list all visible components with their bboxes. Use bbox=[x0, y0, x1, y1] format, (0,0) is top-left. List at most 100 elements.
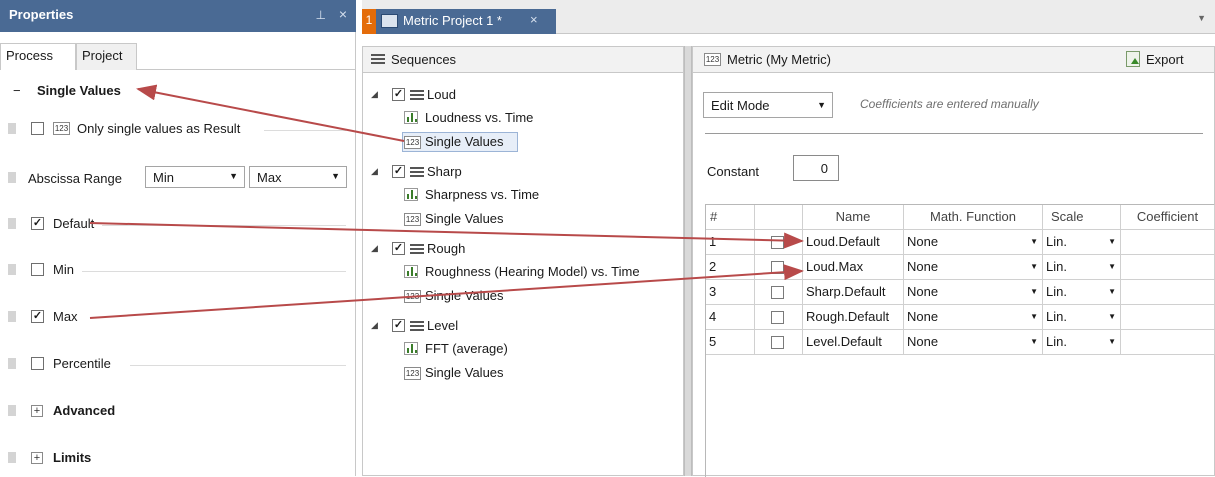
min-label: Min bbox=[53, 262, 74, 277]
tree-item[interactable]: FFT (average) bbox=[404, 338, 664, 360]
max-checkbox[interactable]: ✓ bbox=[31, 310, 44, 323]
row-number: 3 bbox=[706, 280, 755, 305]
tree-group-loud[interactable]: ◢ ✓ Loud bbox=[371, 84, 671, 106]
loud-checkbox[interactable]: ✓ bbox=[392, 88, 405, 101]
row-scale[interactable]: Lin. ▼ bbox=[1043, 230, 1121, 255]
collapse-icon[interactable]: − bbox=[13, 83, 21, 98]
chart-icon bbox=[404, 111, 418, 124]
row-select-cell bbox=[755, 280, 803, 305]
close-icon[interactable]: × bbox=[530, 12, 538, 27]
row-coefficient[interactable] bbox=[1121, 330, 1215, 355]
row-math-function[interactable]: None ▼ bbox=[904, 230, 1043, 255]
row-coefficient[interactable] bbox=[1121, 280, 1215, 305]
tree-item-selected[interactable]: 123 Single Values bbox=[404, 131, 516, 153]
scale-value: Lin. bbox=[1046, 284, 1067, 299]
expand-icon[interactable]: + bbox=[31, 452, 43, 464]
properties-titlebar: Properties ⊥ × bbox=[0, 0, 356, 32]
row-scale[interactable]: Lin. ▼ bbox=[1043, 330, 1121, 355]
tree-item-label: Single Values bbox=[425, 288, 504, 303]
only-single-values-checkbox[interactable] bbox=[31, 122, 44, 135]
tree-item[interactable]: 123 Single Values bbox=[404, 285, 664, 307]
row-math-function[interactable]: None ▼ bbox=[904, 305, 1043, 330]
constant-label: Constant bbox=[707, 164, 760, 179]
scale-value: Lin. bbox=[1046, 234, 1067, 249]
expand-triangle-icon[interactable]: ◢ bbox=[371, 320, 378, 331]
chevron-down-icon[interactable]: ▼ bbox=[1197, 13, 1206, 23]
scale-value: Lin. bbox=[1046, 259, 1067, 274]
limits-section[interactable]: + Limits bbox=[0, 447, 356, 469]
row-scale[interactable]: Lin. ▼ bbox=[1043, 280, 1121, 305]
column-header-scale[interactable]: Scale bbox=[1043, 205, 1121, 230]
abscissa-max-select[interactable]: Max ▼ bbox=[249, 166, 347, 188]
row-name: Loud.Default bbox=[803, 230, 904, 255]
row-checkbox[interactable] bbox=[771, 286, 784, 299]
tree-item[interactable]: Sharpness vs. Time bbox=[404, 184, 664, 206]
math-function-value: None bbox=[907, 259, 939, 274]
percentile-checkbox[interactable] bbox=[31, 357, 44, 370]
row-divider bbox=[130, 365, 346, 366]
chevron-down-icon: ▼ bbox=[1030, 337, 1038, 346]
row-name: Sharp.Default bbox=[803, 280, 904, 305]
close-icon[interactable]: × bbox=[339, 6, 347, 22]
row-checkbox[interactable] bbox=[771, 336, 784, 349]
tree-group-level[interactable]: ◢ ✓ Level bbox=[371, 315, 671, 337]
tree-item-label: Single Values bbox=[425, 134, 504, 149]
edit-mode-hint: Coefficients are entered manually bbox=[860, 97, 1039, 111]
tree-item[interactable]: 123 Single Values bbox=[404, 208, 664, 230]
export-label: Export bbox=[1146, 52, 1184, 67]
row-checkbox[interactable] bbox=[771, 311, 784, 324]
row-checkbox[interactable] bbox=[771, 261, 784, 274]
single-values-section[interactable]: − Single Values bbox=[0, 80, 356, 102]
single-values-icon: 123 bbox=[404, 213, 421, 226]
tree-item[interactable]: Loudness vs. Time bbox=[404, 107, 664, 129]
edit-mode-select[interactable]: Edit Mode ▼ bbox=[703, 92, 833, 118]
column-header-math-function[interactable]: Math. Function bbox=[904, 205, 1043, 230]
tab-project[interactable]: Project bbox=[76, 43, 137, 70]
level-checkbox[interactable]: ✓ bbox=[392, 319, 405, 332]
row-math-function[interactable]: None ▼ bbox=[904, 330, 1043, 355]
row-math-function[interactable]: None ▼ bbox=[904, 255, 1043, 280]
pane-splitter[interactable] bbox=[684, 46, 692, 476]
tree-group-rough[interactable]: ◢ ✓ Rough bbox=[371, 238, 671, 260]
list-icon bbox=[410, 167, 424, 178]
constant-input[interactable]: 0 bbox=[793, 155, 839, 181]
math-function-value: None bbox=[907, 284, 939, 299]
tree-item-label: Roughness (Hearing Model) vs. Time bbox=[425, 264, 640, 279]
single-values-header: Single Values bbox=[37, 83, 121, 98]
list-icon bbox=[410, 321, 424, 332]
row-coefficient[interactable] bbox=[1121, 255, 1215, 280]
advanced-section[interactable]: + Advanced bbox=[0, 400, 356, 422]
column-header-coefficient[interactable]: Coefficient bbox=[1121, 205, 1215, 230]
default-checkbox[interactable]: ✓ bbox=[31, 217, 44, 230]
tree-item[interactable]: Roughness (Hearing Model) vs. Time bbox=[404, 261, 679, 283]
row-divider bbox=[264, 130, 346, 131]
row-math-function[interactable]: None ▼ bbox=[904, 280, 1043, 305]
abscissa-min-select[interactable]: Min ▼ bbox=[145, 166, 245, 188]
chevron-down-icon: ▼ bbox=[1108, 262, 1116, 271]
tab-metric-project[interactable]: Metric Project 1 * × bbox=[376, 9, 556, 34]
pin-icon[interactable]: ⊥ bbox=[316, 8, 326, 22]
tree-group-sharp[interactable]: ◢ ✓ Sharp bbox=[371, 161, 671, 183]
sharp-checkbox[interactable]: ✓ bbox=[392, 165, 405, 178]
tree-group-label: Rough bbox=[427, 241, 466, 256]
expand-icon[interactable]: + bbox=[31, 405, 43, 417]
expand-triangle-icon[interactable]: ◢ bbox=[371, 166, 378, 177]
column-header-name[interactable]: Name bbox=[803, 205, 904, 230]
tab-process[interactable]: Process bbox=[0, 43, 76, 70]
tree-item[interactable]: 123 Single Values bbox=[404, 362, 664, 384]
row-scale[interactable]: Lin. ▼ bbox=[1043, 255, 1121, 280]
row-number: 2 bbox=[706, 255, 755, 280]
row-coefficient[interactable] bbox=[1121, 305, 1215, 330]
expand-triangle-icon[interactable]: ◢ bbox=[371, 243, 378, 254]
expand-triangle-icon[interactable]: ◢ bbox=[371, 89, 378, 100]
chart-icon bbox=[404, 342, 418, 355]
rough-checkbox[interactable]: ✓ bbox=[392, 242, 405, 255]
min-checkbox[interactable] bbox=[31, 263, 44, 276]
row-checkbox[interactable] bbox=[771, 236, 784, 249]
row-coefficient[interactable] bbox=[1121, 230, 1215, 255]
row-scale[interactable]: Lin. ▼ bbox=[1043, 305, 1121, 330]
list-icon bbox=[410, 244, 424, 255]
export-button[interactable]: Export bbox=[1126, 50, 1206, 70]
chevron-down-icon: ▼ bbox=[331, 171, 340, 181]
coefficient-grid: # Name Math. Function Scale Coefficient … bbox=[705, 204, 1215, 477]
